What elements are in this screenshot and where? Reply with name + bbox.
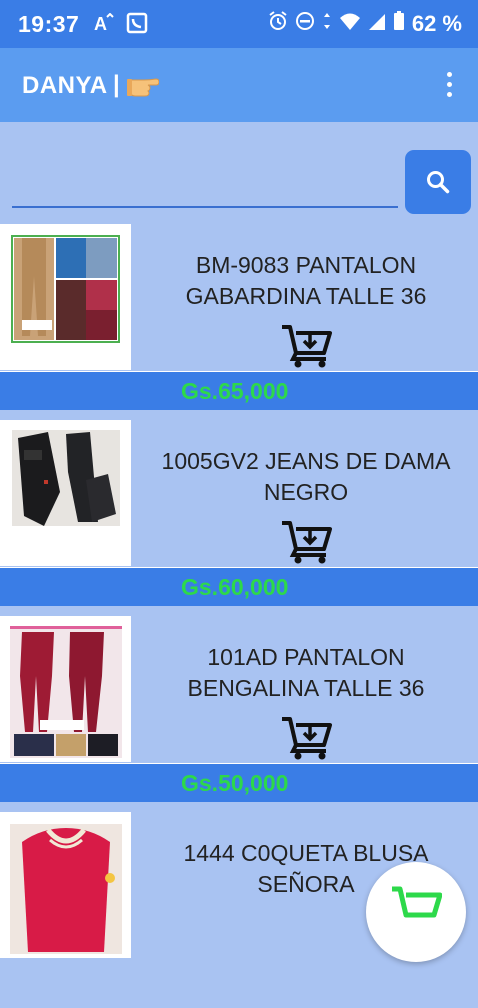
search-input[interactable]	[12, 160, 398, 208]
product-title: 101AD PANTALON BENGALINA TALLE 36	[187, 644, 425, 701]
add-to-cart-button[interactable]	[280, 520, 332, 564]
overflow-menu-icon[interactable]	[444, 72, 454, 98]
shopping-cart-icon	[392, 886, 442, 918]
font-size-icon: A	[94, 12, 116, 38]
price-bar: Gs.50,000	[0, 763, 478, 802]
pointing-hand-icon	[127, 70, 160, 103]
floating-cart-button[interactable]	[366, 862, 466, 962]
product-image[interactable]	[0, 616, 131, 762]
cart-download-icon	[282, 717, 332, 760]
product-card[interactable]: 101AD PANTALON BENGALINA TALLE 36 Gs.50,…	[0, 616, 478, 812]
status-system-icons: 62 %	[268, 11, 462, 37]
signal-icon	[368, 11, 386, 37]
app-title: DANYA	[22, 72, 108, 99]
product-image[interactable]	[0, 224, 131, 370]
wifi-icon	[339, 11, 361, 37]
product-price: Gs.60,000	[181, 574, 289, 600]
svg-text:A: A	[94, 14, 107, 33]
product-title: BM-9083 PANTALON GABARDINA TALLE 36	[185, 252, 427, 309]
do-not-disturb-icon	[295, 11, 315, 37]
product-image[interactable]	[0, 420, 131, 566]
product-card[interactable]: BM-9083 PANTALON GABARDINA TALLE 36 Gs.6…	[0, 224, 478, 420]
add-to-cart-button[interactable]	[280, 324, 332, 368]
status-bar: 19:37 A 62 %	[0, 0, 478, 48]
cart-download-icon	[282, 521, 332, 564]
product-image[interactable]	[0, 812, 131, 958]
add-to-cart-button[interactable]	[280, 716, 332, 760]
cart-download-icon	[282, 325, 332, 368]
phone-app-icon	[126, 12, 148, 39]
app-bar: DANYA |	[0, 48, 478, 122]
product-price: Gs.50,000	[181, 770, 289, 796]
battery-percent: 62 %	[411, 11, 462, 36]
status-time: 19:37	[18, 11, 80, 37]
search-button[interactable]	[405, 150, 471, 214]
alarm-icon	[268, 11, 288, 37]
price-bar: Gs.60,000	[0, 567, 478, 606]
price-bar: Gs.65,000	[0, 371, 478, 410]
search-icon	[427, 171, 450, 194]
product-price: Gs.65,000	[181, 378, 289, 404]
product-card[interactable]: 1005GV2 JEANS DE DAMA NEGRO Gs.60,000	[0, 420, 478, 616]
battery-icon	[393, 11, 405, 37]
app-title-separator: |	[113, 71, 120, 98]
status-notification-icons: A	[94, 12, 148, 39]
data-arrows-icon	[322, 11, 332, 37]
product-title: 1005GV2 JEANS DE DAMA NEGRO	[161, 448, 451, 505]
